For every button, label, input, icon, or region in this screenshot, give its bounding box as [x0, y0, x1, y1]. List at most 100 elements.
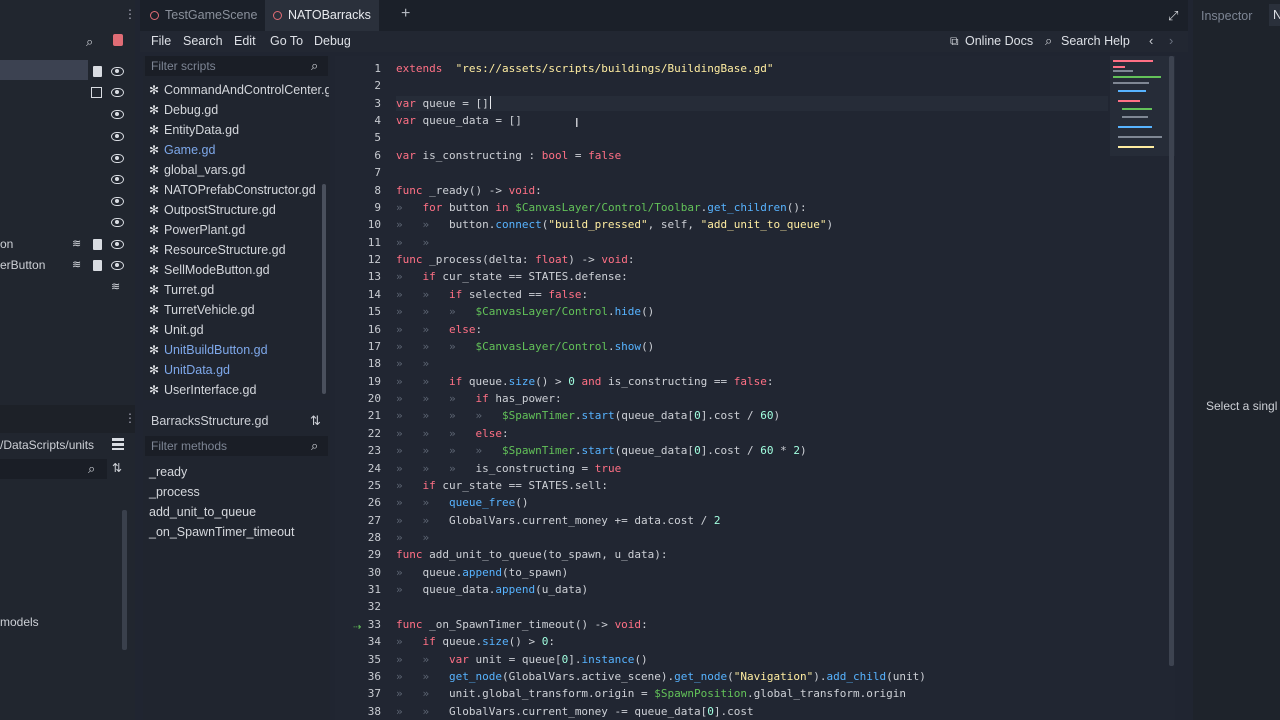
sort-icon[interactable]: ⇅ [310, 413, 321, 429]
code-line[interactable]: » » » » $SpawnTimer.start(queue_data[0].… [396, 409, 780, 422]
dock-menu-icon[interactable]: ⋮ [124, 7, 135, 21]
scene-node-row[interactable] [0, 105, 130, 125]
code-line[interactable]: » for button in $CanvasLayer/Control/Too… [396, 201, 807, 214]
method-item[interactable]: _on_SpawnTimer_timeout [149, 522, 294, 542]
tab-test-game-scene[interactable]: TestGameScene [150, 0, 268, 31]
eye-icon[interactable] [111, 197, 124, 206]
chevron-right-icon[interactable]: › [1169, 33, 1173, 48]
code-line[interactable]: » queue.append(to_spawn) [396, 566, 568, 579]
sort-icon[interactable]: ⇅ [112, 461, 122, 475]
code-line[interactable]: func _ready() -> void: [396, 184, 542, 197]
search-icon[interactable]: ⌕ [311, 436, 318, 456]
tab-inspector[interactable]: Inspector [1201, 9, 1252, 23]
signal-icon[interactable]: ≋ [111, 280, 120, 293]
path-label[interactable]: /DataScripts/units [0, 438, 94, 452]
code-line[interactable]: var queue_data = [] [396, 114, 522, 127]
scene-node-row[interactable] [0, 170, 130, 190]
code-line[interactable]: extends "res://assets/scripts/buildings/… [396, 62, 774, 75]
script-item[interactable]: ✻ EntityData.gd [149, 120, 329, 140]
scene-node-row[interactable]: on ≋ [0, 235, 130, 255]
tab-node[interactable]: N [1269, 4, 1280, 26]
script-item[interactable]: ✻ SellModeButton.gd [149, 260, 329, 280]
code-line[interactable]: » » GlobalVars.current_money -= queue_da… [396, 705, 754, 718]
file-filter-input[interactable]: ⌕ [0, 459, 107, 479]
script-icon[interactable] [93, 66, 102, 77]
code-line[interactable]: » » button.connect("build_pressed", self… [396, 218, 833, 231]
filter-methods-input[interactable]: Filter methods ⌕ [145, 436, 328, 456]
scene-node-row[interactable] [0, 62, 130, 82]
script-item[interactable]: ✻ UnitBuildButton.gd [149, 340, 329, 360]
code-line[interactable]: var queue = [] [396, 97, 489, 110]
fullscreen-icon[interactable]: ⤢ [1168, 8, 1178, 24]
external-link-icon[interactable]: ⧉ [950, 34, 959, 49]
eye-icon[interactable] [111, 67, 124, 76]
code-line[interactable]: » » else: [396, 323, 482, 336]
menu-file[interactable]: File [151, 31, 171, 52]
script-item[interactable]: ✻ Turret.gd [149, 280, 329, 300]
code-line[interactable]: » » var unit = queue[0].instance() [396, 653, 648, 666]
search-icon[interactable]: ⌕ [311, 56, 318, 76]
filter-scripts-input[interactable]: Filter scripts ⌕ [145, 56, 328, 76]
search-help-button[interactable]: Search Help [1061, 31, 1130, 52]
code-line[interactable]: » » GlobalVars.current_money += data.cos… [396, 514, 721, 527]
code-line[interactable]: var is_constructing : bool = false [396, 149, 621, 162]
grid-icon[interactable] [91, 87, 102, 98]
menu-search[interactable]: Search [183, 31, 223, 52]
eye-icon[interactable] [111, 240, 124, 249]
method-item[interactable]: _process [149, 482, 200, 502]
code-line[interactable]: » if queue.size() > 0: [396, 635, 555, 648]
signal-icon[interactable]: ≋ [72, 237, 81, 250]
scene-node-row[interactable]: erButton ≋ [0, 256, 130, 276]
eye-icon[interactable] [111, 88, 124, 97]
code-line[interactable]: » if cur_state == STATES.sell: [396, 479, 608, 492]
signal-icon[interactable]: ≋ [72, 258, 81, 271]
code-editor[interactable]: 1 2 3 4 5 6 7 8 9 10 11 12 13 14 15 16 17 18 19 20 21 22 23 24 2… [335, 56, 1175, 720]
code-line[interactable]: func _on_SpawnTimer_timeout() -> void: [396, 618, 648, 631]
script-item[interactable]: ✻ ResourceStructure.gd [149, 240, 329, 260]
script-item[interactable]: ✻ Unit.gd [149, 320, 329, 340]
dock-menu-icon[interactable]: ⋮ [124, 411, 135, 425]
code-line[interactable]: » » [396, 357, 429, 370]
scrollbar[interactable] [322, 184, 326, 394]
method-item[interactable]: _ready [149, 462, 187, 482]
code-line[interactable]: » » » is_constructing = true [396, 462, 621, 475]
code-line[interactable]: » » » else: [396, 427, 509, 440]
script-item[interactable]: ✻ PowerPlant.gd [149, 220, 329, 240]
eye-icon[interactable] [111, 110, 124, 119]
search-icon[interactable]: ⌕ [1045, 33, 1052, 49]
code-line[interactable]: func _process(delta: float) -> void: [396, 253, 634, 266]
menu-debug[interactable]: Debug [314, 31, 351, 52]
eye-icon[interactable] [111, 218, 124, 227]
method-item[interactable]: add_unit_to_queue [149, 502, 256, 522]
script-item[interactable]: ✻ CommandAndControlCenter.gd [149, 80, 329, 100]
code-line[interactable]: » » if queue.size() > 0 and is_construct… [396, 375, 774, 388]
code-line[interactable]: » » » » $SpawnTimer.start(queue_data[0].… [396, 444, 807, 457]
code-line[interactable]: » » » $CanvasLayer/Control.show() [396, 340, 654, 353]
script-item[interactable]: ✻ UserInterface.gd [149, 380, 329, 400]
script-item[interactable]: ✻ global_vars.gd [149, 160, 329, 180]
script-item[interactable]: ✻ TurretVehicle.gd [149, 300, 329, 320]
code-line[interactable]: » » get_node(GlobalVars.active_scene).ge… [396, 670, 926, 683]
search-icon[interactable]: ⌕ [86, 34, 93, 50]
eye-icon[interactable] [111, 175, 124, 184]
signal-connection-icon[interactable]: ⇢ [353, 622, 361, 633]
tab-nato-barracks[interactable]: NATOBarracks [265, 0, 379, 31]
script-item[interactable]: ✻ Game.gd [149, 140, 329, 160]
folder-label[interactable]: models [0, 615, 39, 629]
scrollbar[interactable] [122, 510, 127, 650]
menu-go-to[interactable]: Go To [270, 31, 303, 52]
script-icon[interactable] [93, 239, 102, 250]
script-item[interactable]: ✻ Debug.gd [149, 100, 329, 120]
plus-icon[interactable]: + [401, 5, 410, 23]
code-line[interactable]: » » if selected == false: [396, 288, 588, 301]
scene-node-row[interactable]: ≋ [0, 278, 130, 298]
script-item[interactable]: ✻ OutpostStructure.gd [149, 200, 329, 220]
script-add-icon[interactable] [113, 34, 123, 46]
scene-node-row[interactable] [0, 149, 130, 169]
code-line[interactable]: » » [396, 236, 429, 249]
code-minimap[interactable] [1110, 56, 1175, 156]
scene-node-row[interactable] [0, 83, 130, 103]
scene-node-row[interactable] [0, 213, 130, 233]
eye-icon[interactable] [111, 132, 124, 141]
scene-node-row[interactable] [0, 127, 130, 147]
